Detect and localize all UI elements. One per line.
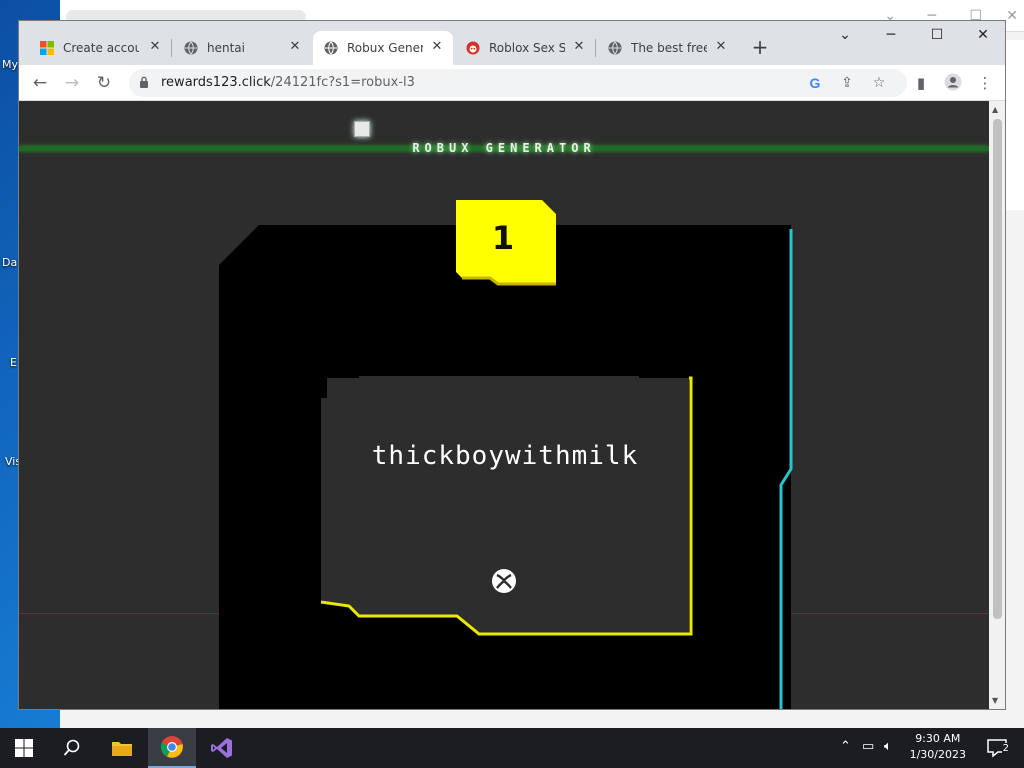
broken-image-icon xyxy=(354,121,370,137)
tab-title: The best free games xyxy=(631,41,707,55)
tab-create-account[interactable]: Create account ✕ xyxy=(29,31,171,65)
tab-strip: Create account ✕ hentai ✕ Robux Generato… xyxy=(19,21,1005,65)
side-panel-icon[interactable]: ▮ xyxy=(911,73,931,93)
close-tab-icon[interactable]: ✕ xyxy=(713,39,729,54)
globe-icon xyxy=(323,40,339,56)
close-tab-icon[interactable]: ✕ xyxy=(147,39,163,54)
lock-icon xyxy=(140,76,148,88)
search-button[interactable] xyxy=(48,728,96,768)
browser-window: Create account ✕ hentai ✕ Robux Generato… xyxy=(18,20,1006,710)
scroll-up-icon[interactable]: ▲ xyxy=(992,105,998,114)
tab-title: hentai xyxy=(207,41,245,55)
username-card xyxy=(320,376,693,636)
tab-separator xyxy=(171,39,172,57)
page-scrollbar[interactable]: ▲ ▼ xyxy=(989,101,1005,709)
taskbar-clock[interactable]: 9:30 AM 1/30/2023 xyxy=(910,731,966,763)
page-viewport: ROBUX GENERATOR 1 thickboywithmilk xyxy=(19,101,989,709)
cyan-panel-edge xyxy=(779,229,793,709)
tab-free-games[interactable]: The best free games ✕ xyxy=(597,31,737,65)
volume-icon[interactable]: 🔈︎ xyxy=(884,739,892,754)
page-title: ROBUX GENERATOR xyxy=(412,141,596,155)
tab-title: Robux Generator xyxy=(347,41,423,55)
tab-separator xyxy=(595,39,596,57)
reload-button[interactable]: ↻ xyxy=(93,72,115,94)
globe-icon xyxy=(183,40,199,56)
red-logo-icon xyxy=(465,40,481,56)
chrome-taskbar-button[interactable] xyxy=(148,728,196,768)
show-hidden-icons-chevron-icon[interactable]: ⌃ xyxy=(840,739,851,754)
scrollbar-thumb[interactable] xyxy=(993,119,1002,619)
close-icon: ✕ xyxy=(1006,8,1018,24)
decorative-line-right xyxy=(779,613,989,614)
back-button[interactable]: ← xyxy=(29,72,51,94)
forward-button[interactable]: → xyxy=(61,72,83,94)
desktop-icon-label[interactable]: My xyxy=(2,58,18,71)
tab-title: Create account xyxy=(63,41,139,55)
tab-search-chevron-icon[interactable]: ⌄ xyxy=(835,27,855,43)
tab-title: Roblox Sex Script xyxy=(489,41,565,55)
desktop-icon-label[interactable]: Da xyxy=(2,256,17,269)
username-text: thickboywithmilk xyxy=(371,441,639,471)
clock-date: 1/30/2023 xyxy=(909,748,966,761)
url-path: /24121fc?s1=robux-l3 xyxy=(270,75,415,90)
close-tab-icon[interactable]: ✕ xyxy=(287,39,303,54)
maximize-button[interactable]: ☐ xyxy=(927,27,947,43)
menu-kebab-icon[interactable]: ⋮ xyxy=(975,73,995,93)
chrome-icon xyxy=(160,736,183,758)
url-host: rewards123.click xyxy=(161,75,271,90)
xbox-icon xyxy=(492,569,516,593)
windows-logo-icon xyxy=(15,739,33,757)
google-lens-icon[interactable]: G xyxy=(807,75,823,91)
minimize-button[interactable]: ─ xyxy=(881,27,901,43)
close-window-button[interactable]: ✕ xyxy=(973,27,993,43)
globe-icon xyxy=(607,40,623,56)
microsoft-logo-icon xyxy=(39,40,55,56)
clock-time: 9:30 AM xyxy=(915,732,961,745)
visual-studio-icon xyxy=(211,738,232,758)
close-tab-icon[interactable]: ✕ xyxy=(571,39,587,54)
desktop-icon-label[interactable]: E xyxy=(10,356,17,369)
notification-count-badge: 2 xyxy=(1001,743,1010,754)
step-number: 1 xyxy=(491,219,515,257)
start-button[interactable] xyxy=(0,728,48,768)
tab-roblox-script[interactable]: Roblox Sex Script ✕ xyxy=(455,31,595,65)
address-bar[interactable]: rewards123.click/24121fc?s1=robux-l3 G ⇪… xyxy=(129,69,907,97)
tab-robux-generator[interactable]: Robux Generator ✕ xyxy=(313,31,453,65)
profile-avatar-icon[interactable] xyxy=(943,73,963,93)
decorative-line-left xyxy=(19,613,219,614)
bookmark-star-icon[interactable]: ☆ xyxy=(871,75,887,91)
url-text: rewards123.click/24121fc?s1=robux-l3 xyxy=(161,75,415,90)
search-icon xyxy=(63,739,80,756)
network-icon[interactable]: ▭ xyxy=(862,739,874,754)
visual-studio-button[interactable] xyxy=(198,728,246,768)
share-icon[interactable]: ⇪ xyxy=(839,75,855,91)
windows-taskbar: ⌃ ▭ 🔈︎ 9:30 AM 1/30/2023 2 xyxy=(0,728,1024,768)
browser-toolbar: ← → ↻ rewards123.click/24121fc?s1=robux-… xyxy=(19,65,1005,101)
scroll-down-icon[interactable]: ▼ xyxy=(992,696,998,705)
file-explorer-button[interactable] xyxy=(98,728,146,768)
folder-icon xyxy=(112,742,132,756)
new-tab-button[interactable]: + xyxy=(749,35,771,59)
tab-hentai[interactable]: hentai ✕ xyxy=(173,31,311,65)
close-tab-icon[interactable]: ✕ xyxy=(429,39,445,54)
